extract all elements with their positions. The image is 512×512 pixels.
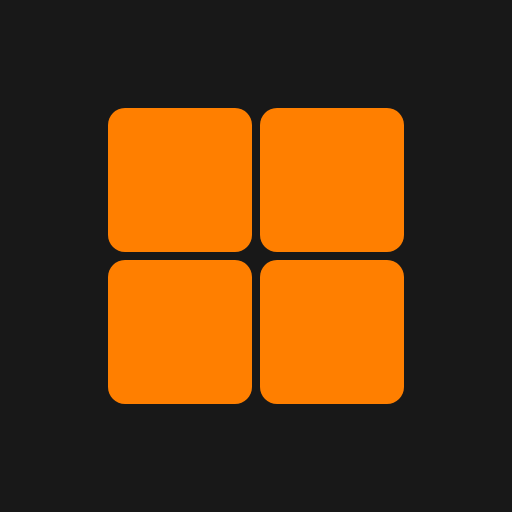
app-icon-canvas bbox=[0, 0, 512, 512]
grid-tile-bottom-left bbox=[108, 260, 252, 404]
grid-tile-bottom-right bbox=[260, 260, 404, 404]
grid-tile-top-right bbox=[260, 108, 404, 252]
grid-icon bbox=[108, 108, 404, 404]
grid-tile-top-left bbox=[108, 108, 252, 252]
